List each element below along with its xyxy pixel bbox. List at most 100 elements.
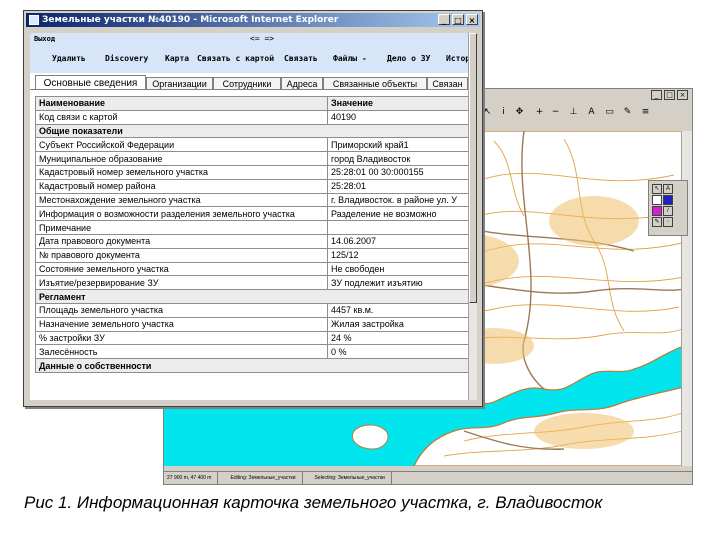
table-row: Залесённость 0 %	[35, 344, 469, 360]
minimize-button[interactable]: _	[438, 14, 450, 25]
section-title: Регламент	[35, 289, 469, 304]
field-value-cell	[327, 220, 469, 235]
gis-close-button[interactable]: ×	[677, 90, 688, 100]
palette-line-icon[interactable]: /	[663, 206, 673, 216]
browser-title-bar: Земельные участки №40190 - Microsoft Int…	[26, 13, 480, 27]
tab-strip: Основные сведения Организации Сотрудники…	[30, 74, 468, 90]
land-case-action[interactable]: Дело о ЗУ	[387, 54, 430, 63]
gis-maximize-button[interactable]: □	[664, 90, 675, 100]
field-name-cell: Дата правового документа	[35, 233, 328, 249]
field-name-cell: Муниципальное образование	[35, 151, 328, 166]
map-island	[352, 424, 389, 450]
measure-tool-icon[interactable]: ⊥	[568, 107, 579, 118]
gis-status-editing: Editing: Земельные_участки	[230, 472, 303, 484]
tool-palette: ↖ A / ✎ ◦	[648, 180, 688, 236]
top-menu-bar: Выход <= =>	[30, 33, 468, 47]
ie-logo-icon	[29, 15, 39, 25]
field-value-cell: г. Владивосток. в районе ул. У	[327, 192, 469, 208]
field-name-cell: № правового документа	[35, 247, 328, 263]
label-tool-icon[interactable]: A	[586, 107, 597, 118]
field-value-cell: Не свободен	[327, 261, 469, 277]
field-name-cell: Кадастровый номер района	[35, 178, 328, 194]
tab-main-info[interactable]: Основные сведения	[35, 75, 146, 90]
gis-status-bar: 27 900 m, 47 400 m Editing: Земельные_уч…	[164, 471, 692, 484]
delete-action[interactable]: Удалить	[52, 54, 86, 63]
field-name-cell: Назначение земельного участка	[35, 316, 328, 332]
field-value-cell: 0 %	[327, 344, 469, 360]
section-title: Данные о собственности	[35, 358, 469, 373]
table-row: Кадастровый номер земельного участка 25:2…	[35, 164, 469, 180]
field-name-cell: Состояние земельного участка	[35, 261, 328, 277]
field-value-cell: Приморский край1	[327, 137, 469, 153]
browser-scrollbar[interactable]	[468, 33, 477, 400]
palette-arrow-icon[interactable]: ↖	[652, 184, 662, 194]
parcel-info-table: Наименование Значение Код связи с картой 40…	[35, 96, 469, 373]
column-header-value: Значение	[327, 96, 469, 111]
gis-minimize-button[interactable]: _	[651, 90, 662, 100]
info-tool-icon[interactable]: i	[498, 107, 509, 118]
palette-color-icon[interactable]	[652, 206, 662, 216]
link-to-map-action[interactable]: Связать с картой	[197, 54, 274, 63]
files-menu[interactable]: Файлы -	[333, 54, 367, 63]
table-row: Назначение земельного участка Жилая застр…	[35, 316, 469, 332]
table-row: Дата правового документа 14.06.2007	[35, 233, 469, 249]
palette-pen-icon[interactable]: ✎	[652, 217, 662, 227]
field-value-cell: 24 %	[327, 330, 469, 346]
gis-status-selecting: Selecting: Земельные_участки	[315, 472, 392, 484]
column-header-name: Наименование	[35, 96, 328, 111]
table-header-row: Наименование Значение	[35, 96, 469, 111]
field-value-cell: 40190	[327, 109, 469, 125]
figure-caption: Рис 1. Информационная карточка земельног…	[24, 493, 603, 512]
gis-status-coordinates: 27 900 m, 47 400 m	[167, 472, 219, 484]
zoom-out-icon[interactable]: −	[550, 107, 561, 118]
table-row: Примечание	[35, 220, 469, 235]
field-name-cell: % застройки ЗУ	[35, 330, 328, 346]
edit-tool-icon[interactable]: ✎	[622, 107, 633, 118]
field-name-cell: Залесённость	[35, 344, 328, 360]
field-name-cell: Информация о возможности разделения земе…	[35, 206, 328, 222]
maximize-button[interactable]: □	[452, 14, 464, 25]
field-name-cell: Площадь земельного участка	[35, 302, 328, 318]
map-action[interactable]: Карта	[165, 54, 189, 63]
close-button[interactable]: ×	[466, 14, 478, 25]
palette-text-icon[interactable]: A	[663, 184, 673, 194]
link-action[interactable]: Связать	[284, 54, 318, 63]
discovery-action[interactable]: Discovery	[105, 54, 148, 63]
field-value-cell: 25:28:01	[327, 178, 469, 194]
field-name-cell: Субъект Российской Федерации	[35, 137, 328, 153]
field-value-cell: Разделение не возможно	[327, 206, 469, 222]
palette-fill-icon[interactable]	[663, 195, 673, 205]
table-row: % застройки ЗУ 24 %	[35, 330, 469, 346]
field-value-cell: город Владивосток	[327, 151, 469, 166]
table-row: Муниципальное образование город Владивост…	[35, 151, 469, 166]
section-header-row: Общие показатели	[35, 123, 469, 139]
field-value-cell: 25:28:01 00 30:000155	[327, 164, 469, 180]
table-row: Код связи с картой 40190	[35, 109, 469, 125]
palette-rect-icon[interactable]	[652, 195, 662, 205]
zoom-in-icon[interactable]: +	[534, 107, 545, 118]
table-row: Состояние земельного участка Не свободен	[35, 261, 469, 277]
nav-arrows[interactable]: <= =>	[250, 34, 274, 43]
tab-divider	[30, 89, 468, 90]
exit-link[interactable]: Выход	[34, 35, 55, 43]
table-row: Субъект Российской Федерации Приморский к…	[35, 137, 469, 153]
field-value-cell: 14.06.2007	[327, 233, 469, 249]
pan-tool-icon[interactable]: ✥	[514, 107, 525, 118]
table-row: Информация о возможности разделения земе…	[35, 206, 469, 222]
history-action[interactable]: Истор	[446, 54, 470, 63]
table-row: Кадастровый номер района 25:28:01	[35, 178, 469, 194]
browser-title: Земельные участки №40190 - Microsoft Int…	[42, 15, 339, 25]
scrollbar-thumb[interactable]	[469, 33, 477, 303]
layers-tool-icon[interactable]: ≡	[640, 107, 651, 118]
palette-node-icon[interactable]: ◦	[663, 217, 673, 227]
table-row: Площадь земельного участка 4457 кв.м.	[35, 302, 469, 318]
field-value-cell: Жилая застройка	[327, 316, 469, 332]
field-name-cell: Изъятие/резервирование ЗУ	[35, 275, 328, 291]
field-name-cell: Кадастровый номер земельного участка	[35, 164, 328, 180]
page-content: Выход <= => Удалить Discovery Карта Связ…	[30, 33, 475, 400]
select-tool-icon[interactable]: ▭	[604, 107, 615, 118]
pointer-tool-icon[interactable]: ↖	[482, 107, 493, 118]
field-name-cell: Код связи с картой	[35, 109, 328, 125]
field-name-cell: Примечание	[35, 220, 328, 235]
field-value-cell: 4457 кв.м.	[327, 302, 469, 318]
